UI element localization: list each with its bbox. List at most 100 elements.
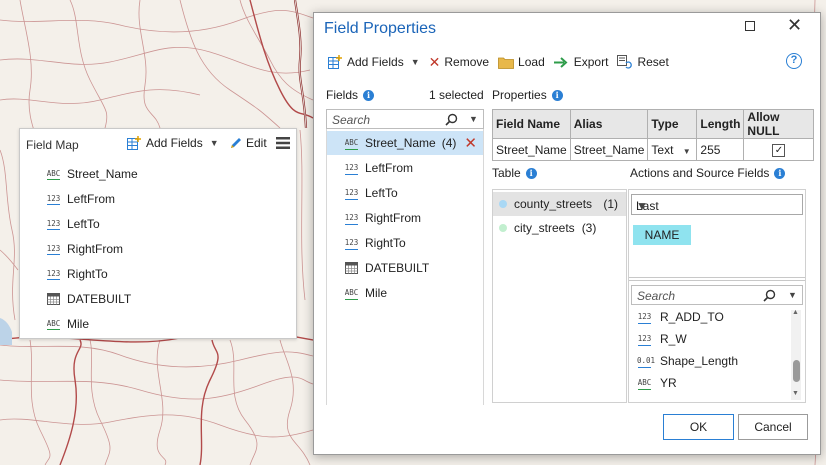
- scrollbar-thumb[interactable]: [793, 360, 800, 382]
- menu-icon[interactable]: [276, 137, 290, 149]
- reset-icon: [617, 55, 633, 69]
- list-item[interactable]: ABC Street_Name: [46, 161, 138, 186]
- list-item[interactable]: DATEBUILT: [327, 256, 483, 280]
- add-fields-label: Add Fields: [347, 55, 404, 69]
- field-map-list: ABC Street_Name 123 LeftFrom 123 LeftTo …: [46, 161, 138, 336]
- column-header: Allow NULL: [743, 109, 815, 139]
- export-button[interactable]: Export: [553, 55, 609, 69]
- add-fields-icon: [127, 136, 141, 150]
- text-field-icon: ABC: [637, 378, 652, 390]
- list-item[interactable]: 123 LeftTo: [46, 211, 138, 236]
- table-color-dot: [499, 224, 507, 232]
- column-header: Alias: [569, 109, 649, 139]
- fields-search-input[interactable]: Search ▼: [326, 109, 484, 129]
- list-item[interactable]: 123 LeftTo: [327, 181, 483, 205]
- info-icon[interactable]: i: [363, 89, 375, 101]
- search-placeholder: Search: [332, 113, 371, 127]
- source-field-chip[interactable]: NAME: [633, 225, 691, 245]
- reset-label: Reset: [637, 55, 669, 69]
- number-field-icon: 123: [46, 268, 61, 280]
- table-label: Table: [492, 166, 521, 180]
- table-name: city_streets: [514, 221, 575, 235]
- reset-button[interactable]: Reset: [617, 55, 669, 69]
- list-item[interactable]: ABC YR: [637, 372, 677, 394]
- panel-splitter[interactable]: [629, 277, 805, 281]
- field-name: Mile: [365, 286, 388, 300]
- list-item[interactable]: county_streets (1): [493, 192, 626, 216]
- export-arrow-icon: [553, 56, 568, 68]
- type-cell[interactable]: Text ▼: [647, 138, 698, 161]
- list-item[interactable]: 123 LeftFrom: [46, 186, 138, 211]
- field-name: R_W: [660, 332, 687, 346]
- source-search-input[interactable]: Search ▼: [631, 285, 803, 305]
- list-item[interactable]: DATEBUILT: [46, 286, 138, 311]
- info-icon[interactable]: i: [525, 167, 537, 179]
- scroll-down-icon[interactable]: ▼: [792, 390, 799, 397]
- list-item[interactable]: ABC Mile: [46, 311, 138, 336]
- list-item[interactable]: 123 RightFrom: [327, 206, 483, 230]
- chevron-down-icon[interactable]: ▼: [210, 138, 219, 148]
- chevron-down-icon[interactable]: ▼: [636, 199, 796, 213]
- export-label: Export: [573, 55, 609, 69]
- help-icon[interactable]: ?: [786, 53, 802, 69]
- fields-section-label: Fields i: [326, 88, 375, 102]
- list-item[interactable]: 123 RightFrom: [46, 236, 138, 261]
- table-row: Street_Name Street_Name Text ▼ 255 ✓: [492, 138, 815, 161]
- info-icon[interactable]: i: [551, 89, 563, 101]
- ok-button[interactable]: OK: [663, 414, 734, 440]
- list-item[interactable]: ABC Mile: [327, 281, 483, 305]
- field-map-header: Field Map Add Fields ▼ Edit: [20, 129, 296, 159]
- list-item[interactable]: 123 LeftFrom: [327, 156, 483, 180]
- source-fields-scrollbar[interactable]: ▲ ▼: [791, 309, 801, 400]
- field-name: Street_Name: [365, 136, 436, 150]
- chevron-down-icon[interactable]: ▼: [788, 290, 797, 300]
- number-field-icon: 123: [637, 334, 652, 346]
- field-name-cell[interactable]: Street_Name: [492, 138, 571, 161]
- text-field-icon: ABC: [46, 318, 61, 330]
- allow-null-checkbox[interactable]: ✓: [772, 144, 786, 157]
- list-item[interactable]: 123 RightTo: [327, 231, 483, 255]
- search-icon[interactable]: [763, 289, 776, 302]
- action-select[interactable]: Last ▼: [631, 194, 803, 215]
- chevron-down-icon[interactable]: ▼: [411, 57, 420, 67]
- text-field-icon: ABC: [344, 138, 359, 150]
- chevron-down-icon[interactable]: ▼: [683, 147, 691, 156]
- list-item[interactable]: city_streets (3): [493, 216, 626, 240]
- list-item[interactable]: ABC Street_Name (4) ✕: [327, 131, 483, 155]
- field-count: (4): [441, 136, 457, 150]
- close-icon[interactable]: ✕: [787, 15, 802, 36]
- search-placeholder: Search: [637, 289, 676, 303]
- list-item[interactable]: 0.01 Shape_Length: [637, 350, 738, 372]
- list-item[interactable]: 123 R_W: [637, 328, 687, 350]
- column-header: Field Name: [492, 109, 571, 139]
- field-name: R_ADD_TO: [660, 310, 724, 324]
- remove-button[interactable]: ✕ Remove: [429, 54, 489, 71]
- search-icon[interactable]: [445, 113, 458, 126]
- chevron-down-icon[interactable]: ▼: [469, 114, 478, 124]
- add-fields-button[interactable]: Add Fields ▼: [328, 55, 420, 69]
- alias-cell[interactable]: Street_Name: [569, 138, 649, 161]
- field-map-title: Field Map: [26, 138, 79, 152]
- list-item[interactable]: 123 RightTo: [46, 261, 138, 286]
- length-cell[interactable]: 255: [696, 138, 745, 161]
- maximize-icon[interactable]: [745, 21, 755, 31]
- field-name: Mile: [67, 316, 90, 331]
- fields-label: Fields: [326, 88, 359, 102]
- scroll-up-icon[interactable]: ▲: [792, 309, 799, 316]
- field-map-edit-button[interactable]: Edit: [229, 136, 267, 150]
- load-button[interactable]: Load: [498, 55, 545, 69]
- actions-panel: Last ▼ NAME Search ▼ 123 R_ADD_TO 123 R_…: [628, 189, 806, 403]
- field-map-add-fields-button[interactable]: Add Fields ▼: [127, 136, 219, 150]
- number-field-icon: 123: [46, 243, 61, 255]
- remove-field-icon[interactable]: ✕: [464, 134, 477, 152]
- field-name: Shape_Length: [660, 354, 739, 368]
- calendar-icon: [47, 292, 60, 305]
- number-field-icon: 123: [344, 238, 359, 250]
- fields-list: ABC Street_Name (4) ✕ 123 LeftFrom 123 L…: [326, 129, 484, 405]
- load-label: Load: [518, 55, 545, 69]
- list-item[interactable]: 123 R_ADD_TO: [637, 306, 724, 328]
- info-icon[interactable]: i: [774, 167, 786, 179]
- double-field-icon: 0.01: [637, 356, 656, 368]
- cancel-button[interactable]: Cancel: [738, 414, 808, 440]
- table-section-label: Table i: [492, 166, 537, 180]
